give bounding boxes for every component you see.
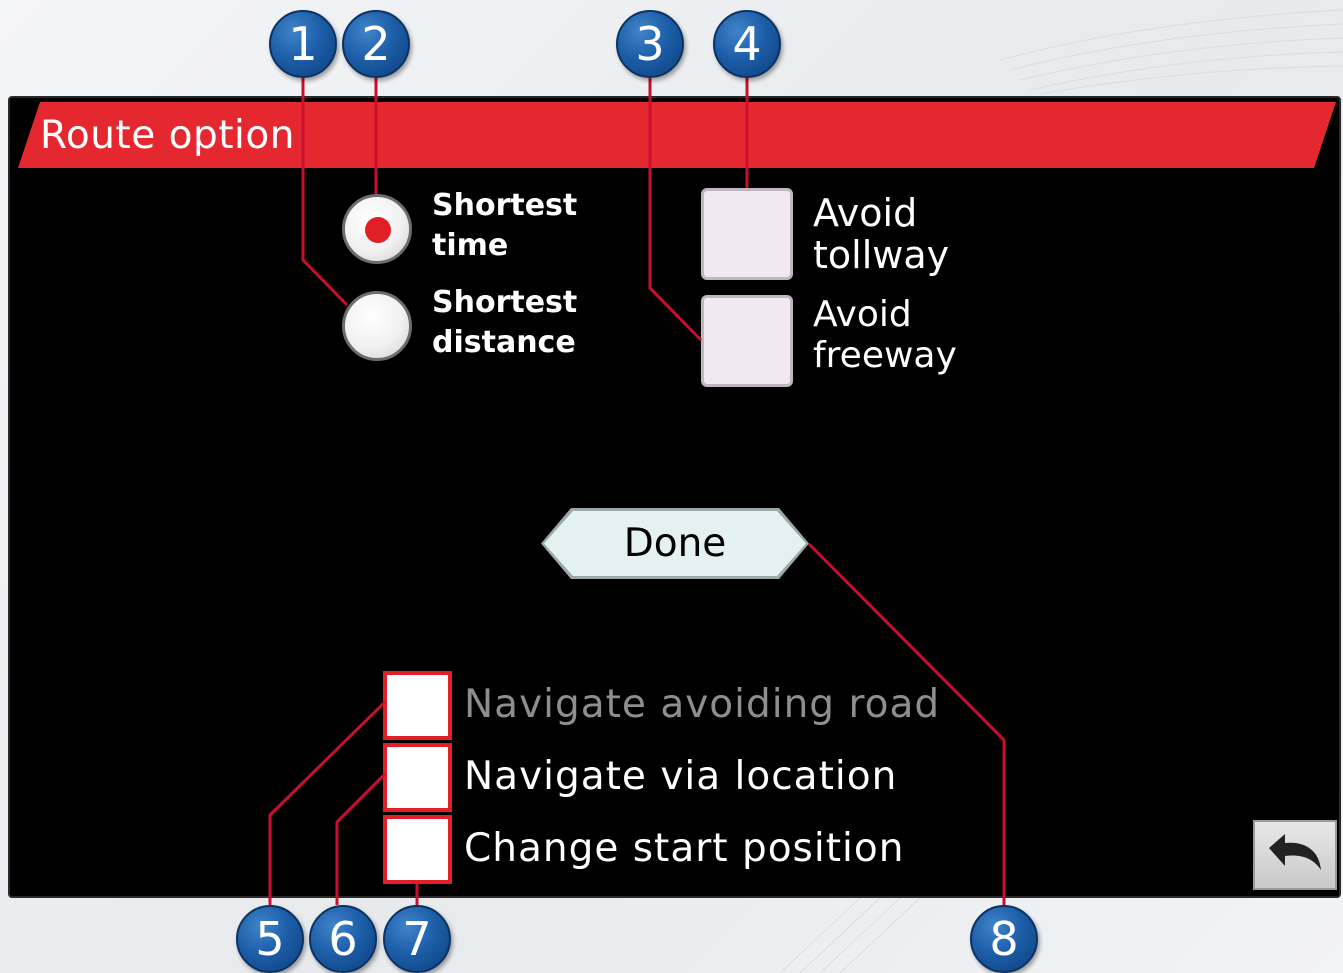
done-button-label: Done (544, 511, 806, 576)
shortest-time-label-line1: Shortest (432, 188, 578, 223)
avoid-freeway-line1: Avoid (813, 294, 912, 335)
shortest-time-label-line2: time (432, 228, 509, 263)
avoid-tollway-line1: Avoid (813, 191, 918, 235)
callout-1: 1 (269, 10, 337, 78)
callout-4: 4 (713, 10, 781, 78)
callout-3: 3 (616, 10, 684, 78)
navigate-avoiding-road-checkbox[interactable] (383, 671, 452, 740)
done-button[interactable]: Done (541, 508, 809, 579)
navigate-via-location-label: Navigate via location (464, 754, 898, 799)
avoid-freeway-label: Avoid freeway (813, 294, 1033, 376)
shortest-time-label: Shortest time (432, 186, 612, 266)
navigate-via-location-checkbox[interactable] (383, 743, 452, 812)
back-button[interactable] (1253, 820, 1337, 890)
avoid-freeway-line2: freeway (813, 335, 957, 376)
callout-8: 8 (970, 905, 1038, 973)
avoid-freeway-checkbox[interactable] (701, 295, 793, 387)
shortest-distance-radio[interactable] (342, 291, 412, 361)
callout-2: 2 (342, 10, 410, 78)
change-start-position-checkbox[interactable] (383, 815, 452, 884)
callout-6: 6 (309, 905, 377, 973)
navigate-avoiding-road-label: Navigate avoiding road (464, 682, 941, 727)
page-title: Route option (40, 113, 295, 158)
undo-arrow-icon (1269, 834, 1321, 870)
change-start-position-label: Change start position (464, 826, 905, 871)
avoid-tollway-checkbox[interactable] (701, 188, 793, 280)
radio-selected-dot (365, 217, 391, 243)
callout-7: 7 (383, 905, 451, 973)
avoid-tollway-label: Avoid tollway (813, 192, 1033, 276)
shortest-distance-label-line1: Shortest (432, 285, 578, 320)
shortest-distance-label-line2: distance (432, 325, 576, 360)
avoid-tollway-line2: tollway (813, 233, 950, 277)
shortest-distance-label: Shortest distance (432, 283, 612, 363)
callout-5: 5 (236, 905, 304, 973)
shortest-time-radio[interactable] (342, 194, 412, 264)
